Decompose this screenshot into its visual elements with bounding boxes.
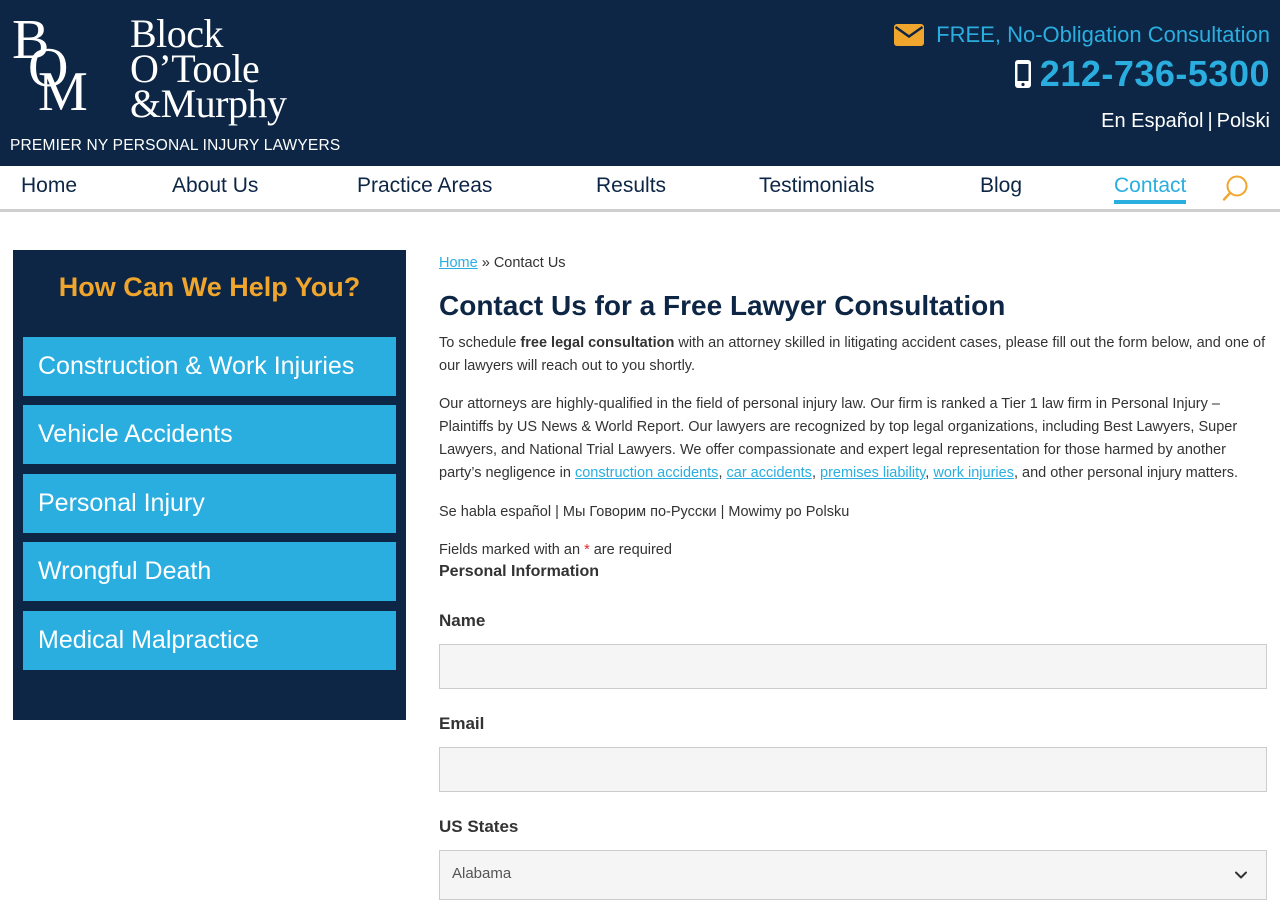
sidebar-personal-injury-button[interactable]: Personal Injury [23, 474, 396, 533]
nav-contact[interactable]: Contact [1114, 174, 1187, 204]
languages-line: Se habla español | Мы Говорим по-Русски … [439, 504, 850, 520]
help-sidebar: How Can We Help You? Construction & Work… [13, 250, 406, 720]
monogram-m: M [38, 61, 88, 123]
sidebar-medical-malpractice-button[interactable]: Medical Malpractice [23, 611, 396, 670]
required-note-suffix: are required [589, 542, 672, 558]
us-states-label: US States [439, 817, 519, 836]
sidebar-title: How Can We Help You? [58, 272, 361, 302]
email-input[interactable] [439, 747, 1267, 792]
email-label: Email [439, 714, 485, 733]
page-title: Contact Us for a Free Lawyer Consultatio… [439, 290, 1006, 321]
intro-prefix: To schedule [439, 335, 521, 351]
polish-link[interactable]: Polski [1217, 110, 1270, 132]
construction-accidents-link[interactable]: construction accidents [575, 465, 718, 481]
chevron-down-icon [1235, 871, 1247, 879]
required-note-prefix: Fields marked with an [439, 542, 585, 558]
nav-blog[interactable]: Blog [980, 174, 1022, 198]
breadcrumb-current: Contact Us [493, 255, 566, 271]
nav-practice-areas[interactable]: Practice Areas [357, 174, 492, 198]
us-states-select[interactable]: Alabama [439, 850, 1267, 900]
logo-name-line: &Murphy [130, 81, 287, 126]
intro-bold: free legal consultation [520, 335, 675, 351]
phone-number: 212-736-5300 [1039, 53, 1270, 94]
about-suffix: , and other personal injury matters. [1013, 465, 1239, 481]
us-states-selected-value: Alabama [452, 865, 512, 882]
personal-information-heading: Personal Information [439, 563, 600, 580]
firm-tagline: PREMIER NY PERSONAL INJURY LAWYERS [10, 137, 341, 154]
nav-results[interactable]: Results [596, 174, 666, 198]
breadcrumb-home-link[interactable]: Home [439, 255, 478, 271]
premises-liability-link[interactable]: premises liability [820, 465, 925, 481]
main-nav: Home About Us Practice Areas Results Tes… [0, 166, 1280, 212]
name-input[interactable] [439, 644, 1267, 689]
logo-firm-name: Block O’Toole &Murphy [130, 14, 287, 126]
about-paragraph: Our attorneys are highly-qualified in th… [439, 393, 1267, 485]
breadcrumb: Home » Contact Us [439, 255, 566, 271]
mobile-phone-icon [1014, 60, 1031, 88]
breadcrumb-separator: » [481, 255, 490, 271]
consultation-text: FREE, No-Obligation Consultation [936, 22, 1270, 47]
envelope-icon [894, 24, 925, 46]
intro-paragraph: To schedule free legal consultation with… [439, 332, 1267, 378]
work-injuries-link[interactable]: work injuries [933, 465, 1014, 481]
firm-logo[interactable]: B O M Block O’Toole &Murphy [12, 12, 312, 132]
sidebar-vehicle-accidents-button[interactable]: Vehicle Accidents [23, 405, 396, 464]
search-icon[interactable] [1222, 174, 1250, 202]
site-header: B O M Block O’Toole &Murphy PREMIER NY P… [0, 0, 1280, 166]
comma: , [718, 465, 727, 481]
logo-monogram: B O M [12, 12, 107, 123]
sidebar-wrongful-death-button[interactable]: Wrongful Death [23, 542, 396, 601]
nav-home[interactable]: Home [21, 174, 77, 198]
name-label: Name [439, 611, 486, 630]
language-separator: | [1207, 110, 1213, 132]
car-accidents-link[interactable]: car accidents [727, 465, 812, 481]
free-consultation-link[interactable]: FREE, No-Obligation Consultation [894, 20, 1270, 50]
phone-number-link[interactable]: 212-736-5300 [1014, 52, 1270, 96]
nav-about-us[interactable]: About Us [172, 174, 258, 198]
spanish-link[interactable]: En Español [1101, 110, 1203, 132]
language-links: En Español | Polski [1101, 110, 1270, 133]
comma: , [811, 465, 820, 481]
required-note: Fields marked with an * are required [439, 539, 1267, 562]
nav-testimonials[interactable]: Testimonials [759, 174, 875, 198]
sidebar-construction-button[interactable]: Construction & Work Injuries [23, 337, 396, 396]
